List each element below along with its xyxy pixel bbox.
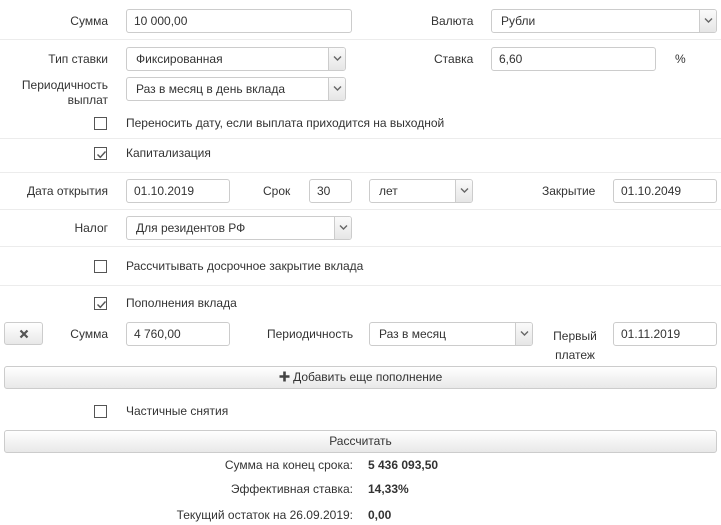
first-payment-label-line1: Первый	[553, 329, 597, 343]
row-divider	[0, 39, 721, 40]
rate-type-select-value: Фиксированная	[136, 52, 223, 66]
row-divider	[0, 138, 721, 139]
move-date-checkbox[interactable]	[94, 117, 107, 130]
tax-label: Налог	[74, 221, 108, 235]
rate-type-label: Тип ставки	[48, 52, 108, 66]
amount-input[interactable]	[126, 9, 352, 33]
term-unit-select-value: лет	[379, 184, 398, 198]
row-divider	[0, 246, 721, 247]
calculate-label: Рассчитать	[329, 434, 392, 448]
deposits-checkbox[interactable]	[94, 297, 107, 310]
capitalization-checkbox[interactable]	[94, 147, 107, 160]
partial-withdrawals-checkbox[interactable]	[94, 405, 107, 418]
open-date-label: Дата открытия	[26, 184, 108, 198]
checkmark-icon	[97, 151, 107, 159]
deposit-period-select-value: Раз в месяц	[379, 327, 446, 341]
close-date-input[interactable]	[613, 179, 717, 203]
first-payment-label: Первый платеж	[553, 327, 597, 365]
capitalization-label: Капитализация	[126, 146, 211, 160]
tax-select-value: Для резидентов РФ	[136, 221, 246, 235]
rate-type-select[interactable]: Фиксированная	[126, 47, 346, 71]
move-date-label: Переносить дату, если выплата приходится…	[126, 116, 445, 130]
chevron-down-icon	[455, 180, 472, 202]
chevron-down-icon	[328, 48, 345, 70]
partial-withdrawals-label: Частичные снятия	[126, 404, 229, 418]
result-value-total: 5 436 093,50	[368, 458, 439, 472]
result-value-effective-rate: 14,33%	[368, 482, 409, 496]
add-deposit-label: Добавить еще пополнение	[293, 370, 443, 384]
row-divider	[0, 209, 721, 210]
row-divider	[0, 285, 721, 286]
result-value-current-balance: 0,00	[368, 508, 392, 522]
result-label-effective-rate: Эффективная ставка:	[230, 482, 353, 496]
currency-select-value: Рубли	[501, 14, 536, 28]
deposits-label: Пополнения вклада	[126, 296, 237, 310]
plus-icon	[279, 371, 290, 382]
rate-unit: %	[675, 52, 686, 66]
chevron-down-icon	[699, 10, 716, 32]
result-label-current-balance: Текущий остаток на 26.09.2019:	[176, 508, 353, 522]
deposit-period-label: Периодичность	[267, 327, 354, 341]
first-payment-input[interactable]	[613, 322, 717, 346]
chevron-down-icon	[328, 78, 345, 100]
periodicity-label-line1: Периодичность	[21, 78, 108, 92]
term-label: Срок	[263, 184, 291, 198]
early-close-label: Рассчитывать досрочное закрытие вклада	[126, 259, 364, 273]
deposit-amount-input[interactable]	[126, 322, 230, 346]
currency-label: Валюта	[431, 14, 474, 28]
tax-select[interactable]: Для резидентов РФ	[126, 216, 352, 240]
calculate-button[interactable]: Рассчитать	[4, 430, 717, 453]
open-date-input[interactable]	[126, 179, 230, 203]
periodicity-label-line2: выплат	[67, 93, 108, 107]
chevron-down-icon	[515, 323, 532, 345]
currency-select[interactable]: Рубли	[491, 9, 717, 33]
chevron-down-icon	[334, 217, 351, 239]
result-label-total: Сумма на конец срока:	[224, 458, 353, 472]
rate-input[interactable]	[491, 47, 656, 71]
first-payment-label-line2: платеж	[555, 348, 595, 362]
periodicity-select[interactable]: Раз в месяц в день вклада	[126, 77, 346, 101]
close-date-label: Закрытие	[542, 184, 596, 198]
deposit-period-select[interactable]: Раз в месяц	[369, 322, 533, 346]
rate-label: Ставка	[434, 52, 474, 66]
row-divider	[0, 172, 721, 173]
periodicity-label: Периодичность выплат	[0, 78, 108, 108]
deposit-amount-label: Сумма	[70, 327, 108, 341]
early-close-checkbox[interactable]	[94, 260, 107, 273]
periodicity-select-value: Раз в месяц в день вклада	[136, 82, 286, 96]
amount-label: Сумма	[70, 14, 108, 28]
checkmark-icon	[97, 301, 107, 309]
term-unit-select[interactable]: лет	[369, 179, 473, 203]
add-deposit-button[interactable]: Добавить еще пополнение	[4, 366, 717, 389]
term-input[interactable]	[309, 179, 352, 203]
